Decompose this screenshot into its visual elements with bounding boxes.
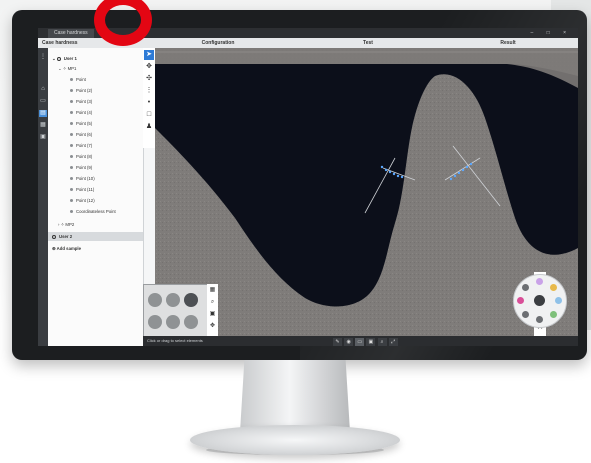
list-item[interactable]: Point (9) xyxy=(70,163,165,172)
grid-icon[interactable]: ▦ xyxy=(207,284,218,296)
zoom-icon[interactable]: ⌕ xyxy=(207,296,218,308)
user-status-icon xyxy=(52,234,56,239)
tray-toolbar: ▦ ⌕ ▣ ✥ xyxy=(207,284,218,336)
objective-button[interactable] xyxy=(555,297,562,304)
objective-button[interactable] xyxy=(522,284,529,291)
point-icon xyxy=(70,199,73,203)
square-icon[interactable]: □ xyxy=(144,110,154,120)
camera-icon[interactable]: ▣ xyxy=(366,338,376,346)
sample-tree: ⌄ User 1 ⌄ ✧ MP1 Point Point (2) Point (… xyxy=(48,48,144,346)
step-result[interactable]: Result xyxy=(478,38,538,48)
tree-item-user1[interactable]: ⌄ User 1 xyxy=(52,54,147,63)
point-icon xyxy=(70,188,73,192)
tree-item-mp2[interactable]: › ✧ MP2 xyxy=(58,220,153,229)
list-item[interactable]: Point (10) xyxy=(70,174,165,183)
zoom-icon[interactable]: ⌕ xyxy=(377,338,387,346)
fit-icon[interactable]: ⤢ xyxy=(388,338,398,346)
point-icon xyxy=(70,78,73,82)
person-icon[interactable]: ♟ xyxy=(144,122,154,132)
point-icon xyxy=(70,111,73,115)
point-icon[interactable]: • xyxy=(144,98,154,108)
image-icon[interactable]: ▭ xyxy=(39,98,47,105)
point-icon xyxy=(70,144,73,148)
status-bar: Click or drag to select elements ✎ ◉ ▭ ▣… xyxy=(143,336,578,346)
monitor-base xyxy=(190,425,400,455)
list-item[interactable]: Point (8) xyxy=(70,152,165,161)
point-icon xyxy=(70,166,73,170)
objective-button[interactable] xyxy=(517,297,524,304)
turret-control[interactable] xyxy=(513,274,567,328)
document-icon[interactable]: ▤ xyxy=(39,110,47,117)
camera-icon[interactable]: ▣ xyxy=(207,308,218,320)
point-icon xyxy=(70,210,73,214)
tray-well[interactable] xyxy=(148,293,162,307)
list-item[interactable]: Point (11) xyxy=(70,185,165,194)
app-rail: ⋮ ⌂ ▭ ▤ ▦ ▣ xyxy=(38,48,48,346)
tray-well[interactable] xyxy=(166,315,180,329)
camera-icon[interactable]: ▣ xyxy=(39,134,47,141)
eye-icon[interactable]: ◉ xyxy=(344,338,354,346)
tree-item-mp1[interactable]: ⌄ ✧ MP1 xyxy=(58,64,153,73)
point-icon xyxy=(70,177,73,181)
window-tab[interactable]: Case hardness xyxy=(48,29,94,38)
objective-button[interactable] xyxy=(536,316,543,323)
window-controls[interactable]: – □ × xyxy=(531,28,573,38)
tray-well[interactable] xyxy=(166,293,180,307)
add-sample-button[interactable]: ⊕ Add sample xyxy=(52,244,147,253)
tree-item-user2[interactable]: User 2 xyxy=(48,232,143,241)
app-screen: Case hardness – □ × Case hardness Config… xyxy=(38,28,578,346)
pen-icon[interactable]: ✎ xyxy=(333,338,342,346)
report-icon[interactable]: ▦ xyxy=(39,122,47,129)
step-test[interactable]: Test xyxy=(338,38,398,48)
list-item[interactable]: Point (12) xyxy=(70,196,165,205)
objective-button[interactable] xyxy=(522,311,529,318)
point-icon xyxy=(70,155,73,159)
tray-well[interactable] xyxy=(148,315,162,329)
objective-button[interactable] xyxy=(550,284,557,291)
grid-icon[interactable]: ⋮ xyxy=(144,86,154,96)
point-icon xyxy=(70,133,73,137)
select-arrow-icon[interactable]: ➤ xyxy=(144,50,154,60)
home-icon[interactable]: ⌂ xyxy=(39,86,47,93)
layout-icon[interactable]: ▭ xyxy=(355,338,365,346)
panel-title: Case hardness xyxy=(42,40,78,46)
move-icon[interactable]: ✥ xyxy=(144,62,154,72)
objective-button[interactable] xyxy=(550,311,557,318)
sample-tray[interactable] xyxy=(143,284,209,338)
crosshair-icon[interactable]: ✣ xyxy=(144,74,154,84)
user-status-icon xyxy=(56,56,61,61)
tray-well[interactable] xyxy=(184,293,198,307)
point-icon xyxy=(70,122,73,126)
tray-well[interactable] xyxy=(184,315,198,329)
move-icon[interactable]: ✥ xyxy=(207,320,218,332)
objective-button[interactable] xyxy=(536,278,543,285)
list-item[interactable]: Coordinateless Point xyxy=(70,207,165,216)
step-configuration[interactable]: Configuration xyxy=(188,38,248,48)
monitor-stand xyxy=(240,360,350,432)
point-icon xyxy=(70,89,73,93)
status-message: Click or drag to select elements xyxy=(147,338,203,343)
point-icon xyxy=(70,100,73,104)
camera-icon[interactable] xyxy=(534,295,545,306)
grid-icon[interactable]: ⋮ xyxy=(39,54,47,61)
